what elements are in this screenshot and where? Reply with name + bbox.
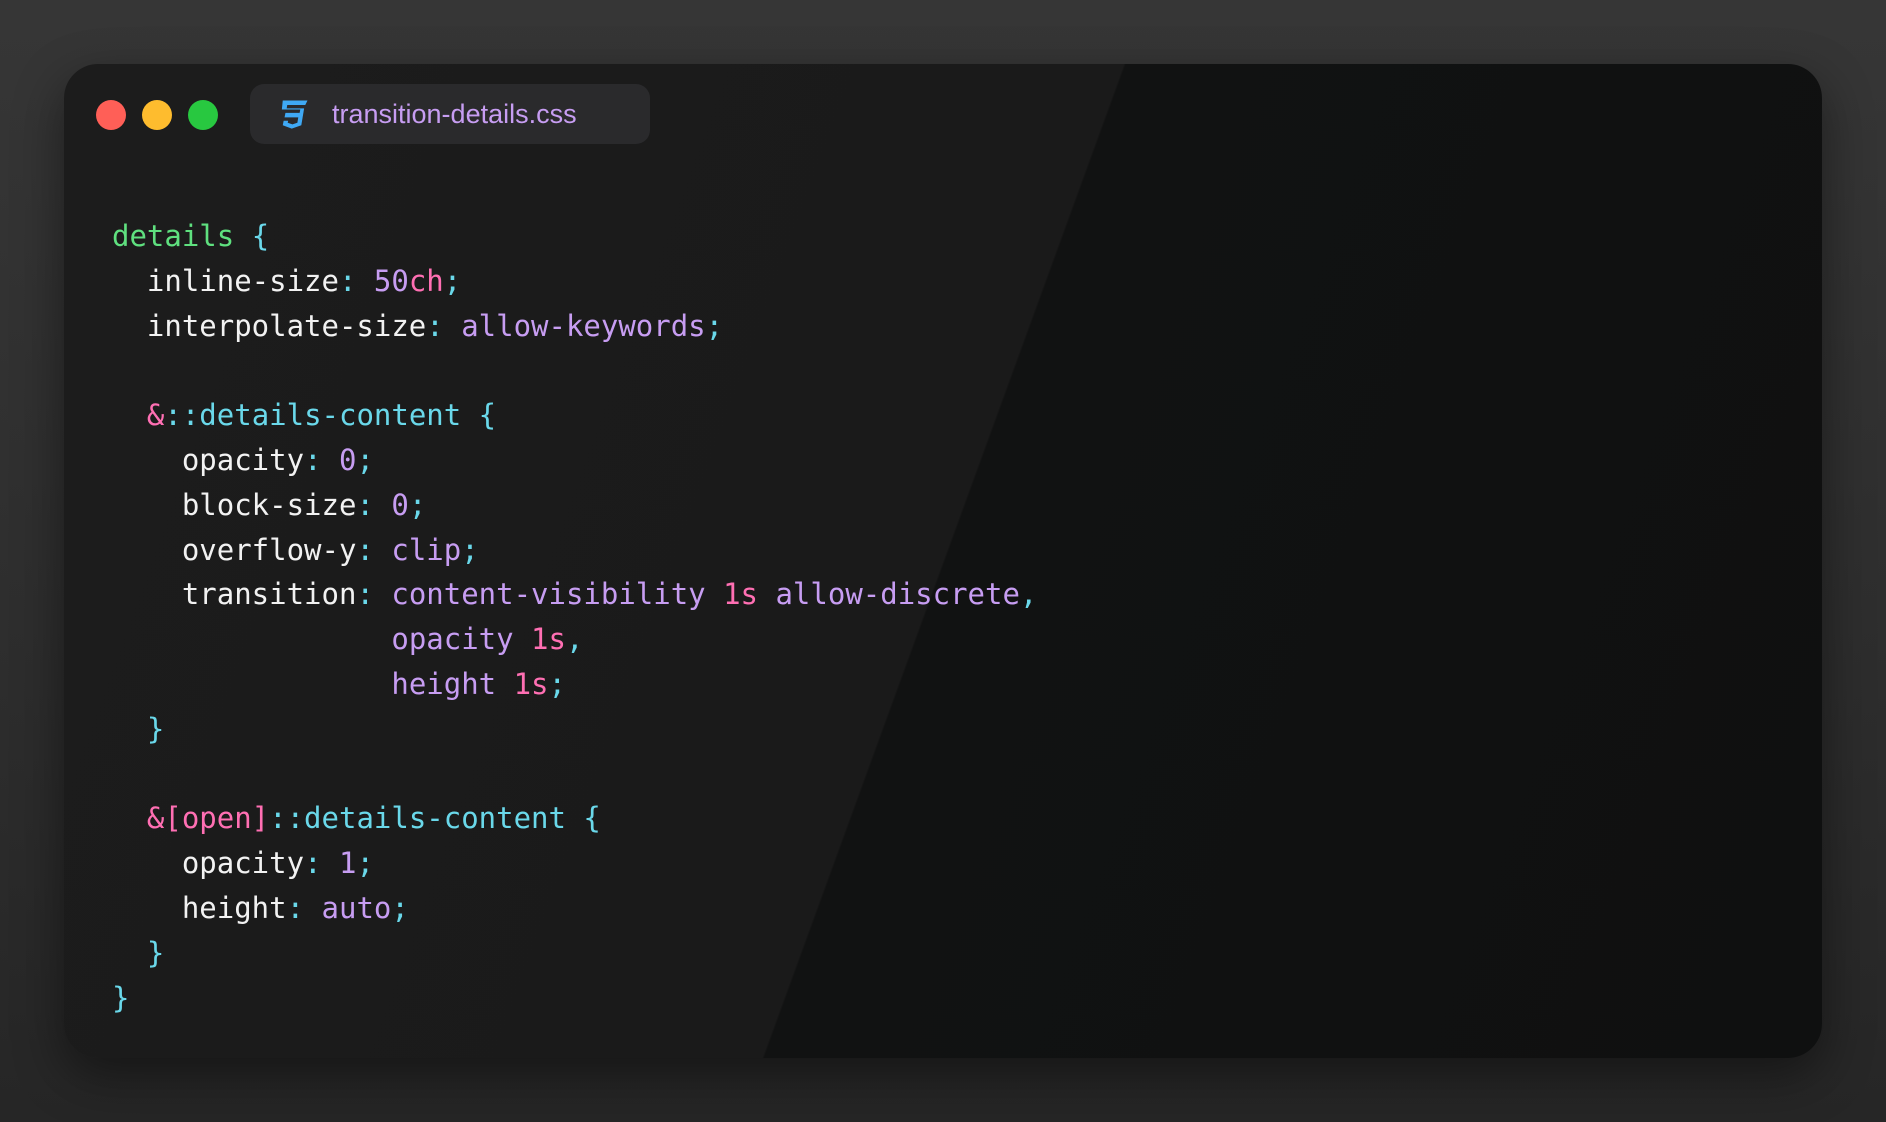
code-token-value: 50 bbox=[373, 263, 409, 298]
css3-icon bbox=[281, 100, 308, 129]
code-token-unit: 1s bbox=[531, 622, 566, 657]
code-token-punct: : bbox=[356, 487, 392, 522]
code-token-property bbox=[234, 219, 251, 253]
code-token-unit: 1s bbox=[513, 666, 549, 701]
code-token-brace: { bbox=[565, 801, 601, 836]
code-token-punct: : bbox=[286, 890, 322, 925]
code-line: height: auto; bbox=[112, 886, 1037, 931]
code-token-punct: ; bbox=[391, 890, 409, 925]
code-token-value: clip bbox=[391, 532, 462, 567]
code-token-unit: ch bbox=[408, 263, 444, 298]
code-token-punct: , bbox=[1019, 577, 1038, 612]
code-token-property: opacity bbox=[112, 846, 305, 881]
code-token-pseudo: ::details-content bbox=[269, 801, 566, 836]
code-token-brace: { bbox=[251, 219, 270, 253]
code-token-punct: ; bbox=[461, 532, 479, 567]
code-token-punct: ; bbox=[548, 666, 566, 701]
code-token-punct: ; bbox=[356, 846, 374, 881]
code-token-property: transition bbox=[112, 577, 357, 612]
code-token-brace: } bbox=[112, 935, 165, 970]
code-line: } bbox=[112, 931, 1037, 976]
code-token-pseudo: ::details-content bbox=[164, 398, 462, 433]
code-token-value: content-visibility bbox=[391, 577, 724, 612]
code-token-punct: , bbox=[565, 622, 584, 657]
tab-filename: transition-details.css bbox=[332, 98, 577, 129]
code-line: opacity: 1; bbox=[112, 841, 1037, 886]
code-token-property: opacity bbox=[112, 442, 305, 477]
code-line: opacity 1s, bbox=[112, 617, 1037, 662]
code-token-property: interpolate-size bbox=[112, 308, 427, 343]
code-token-value: 1 bbox=[338, 846, 357, 881]
code-token-value: height bbox=[391, 666, 514, 701]
zoom-button[interactable] bbox=[188, 100, 218, 130]
code-line: inline-size: 50ch; bbox=[112, 259, 1037, 304]
code-token-value: auto bbox=[321, 890, 392, 925]
code-line: interpolate-size: allow-keywords; bbox=[112, 304, 1037, 349]
code-line: &::details-content { bbox=[112, 393, 1037, 438]
traffic-lights bbox=[96, 100, 218, 130]
code-token-property: overflow-y bbox=[112, 532, 357, 567]
code-line: opacity: 0; bbox=[112, 438, 1037, 483]
code-line: block-size: 0; bbox=[112, 483, 1037, 528]
code-token-value: opacity bbox=[391, 622, 532, 657]
code-token-property: block-size bbox=[112, 487, 357, 522]
code-token-brace: } bbox=[112, 980, 130, 1015]
code-token-property bbox=[112, 667, 391, 701]
code-token-value: allow-keywords bbox=[461, 308, 706, 343]
code-token-punct: ; bbox=[356, 442, 374, 477]
code-token-unit: 1s bbox=[723, 577, 759, 612]
code-line: transition: content-visibility 1s allow-… bbox=[112, 572, 1038, 617]
code-token-property bbox=[112, 622, 391, 656]
code-line: details { bbox=[112, 214, 1037, 259]
code-token-value: allow-discrete bbox=[758, 577, 1020, 612]
code-line: overflow-y: clip; bbox=[112, 528, 1037, 573]
code-line: &[open]::details-content { bbox=[112, 796, 1037, 841]
code-token-punct: ; bbox=[408, 487, 427, 522]
css3-icon-shape bbox=[281, 100, 308, 129]
code-token-punct: : bbox=[426, 308, 462, 343]
code-token-punct: : bbox=[338, 263, 374, 298]
editor-window: transition-details.css details { inline-… bbox=[64, 64, 1822, 1058]
code-line: height 1s; bbox=[112, 662, 1037, 707]
code-token-property: height bbox=[112, 890, 287, 925]
close-button[interactable] bbox=[96, 100, 126, 130]
code-token-punct: : bbox=[304, 846, 339, 881]
code-token-punct: ; bbox=[443, 263, 462, 298]
code-token-amp: &[open] bbox=[112, 801, 270, 836]
code-token-value: 0 bbox=[338, 442, 357, 477]
code-block[interactable]: details { inline-size: 50ch; interpolate… bbox=[112, 214, 1037, 1020]
code-line: } bbox=[112, 707, 1037, 752]
code-token-brace: } bbox=[112, 711, 165, 746]
code-token-property: inline-size bbox=[112, 263, 339, 298]
code-token-amp: & bbox=[112, 398, 165, 433]
code-token-punct: : bbox=[304, 442, 339, 477]
code-line: } bbox=[112, 976, 1037, 1021]
code-token-punct: : bbox=[356, 532, 392, 567]
code-token-selector: details bbox=[112, 219, 235, 253]
file-tab[interactable]: transition-details.css bbox=[250, 84, 650, 144]
minimize-button[interactable] bbox=[142, 100, 172, 130]
code-token-punct: : bbox=[356, 577, 392, 612]
code-token-brace: { bbox=[461, 398, 497, 433]
code-token-punct: ; bbox=[705, 308, 724, 343]
code-token-value: 0 bbox=[391, 487, 409, 522]
